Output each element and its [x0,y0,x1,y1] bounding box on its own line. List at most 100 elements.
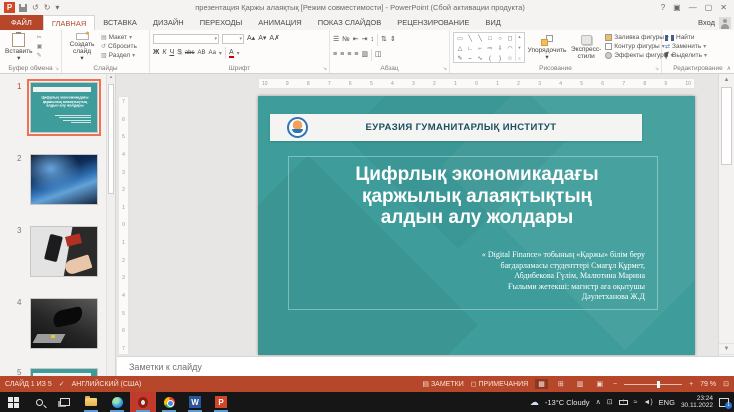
minimize-icon[interactable]: — [689,3,697,12]
clear-formatting-button[interactable]: А✗ [269,35,280,43]
volume-icon[interactable]: ◄) [643,399,652,406]
slide-thumbnail-5[interactable]: 5 [0,368,115,376]
vertical-ruler[interactable]: 765432101234567 [118,96,129,355]
tab-design[interactable]: ДИЗАЙН [145,15,192,30]
clock[interactable]: 23:24 30.11.2022 [681,395,713,409]
align-center-button[interactable]: ≡ [340,51,344,59]
reset-button[interactable]: ↺ Сбросить [101,43,137,50]
find-button[interactable]: Найти [665,34,707,41]
cut-icon[interactable]: ✂ [37,34,43,41]
scroll-thumb[interactable] [721,87,732,165]
clipboard-dialog-launcher-icon[interactable]: ↘ [55,66,59,72]
strikethrough-button[interactable]: abc [185,49,195,57]
slide-2-preview-hacker-photo[interactable] [30,154,98,205]
scroll-up-icon[interactable]: ▲ [719,74,734,86]
restore-icon[interactable]: ▢ [705,3,713,12]
slide-1-preview[interactable]: Цифрлық экономикадағы қаржылық алаяқтықт… [30,82,98,133]
reading-view-icon[interactable]: ▥ [574,379,587,389]
tab-home[interactable]: ГЛАВНАЯ [43,15,95,30]
align-left-button[interactable]: ≡ [333,51,337,59]
slide-4-preview-glove-laptop-photo[interactable] [30,298,98,349]
replace-button[interactable]: ⇄ Заменить ▾ [665,43,707,50]
bullets-button[interactable]: ☰ [333,36,339,44]
battery-icon[interactable] [619,400,628,405]
tab-insert[interactable]: ВСТАВКА [95,15,145,30]
proofing-icon[interactable]: ✓ [59,380,65,388]
slide-subtitle[interactable]: « Digital Finance» тобының «Қаржы» білім… [385,250,645,303]
paste-button[interactable]: Вставить ▾ [3,32,35,63]
tab-file[interactable]: ФАЙЛ [0,15,43,30]
drawing-dialog-launcher-icon[interactable]: ↘ [655,66,659,72]
keyboard-language[interactable]: ENG [659,398,675,407]
quick-styles-button[interactable]: Экспресс-стили [569,32,603,63]
file-explorer-button[interactable] [78,392,104,412]
font-dialog-launcher-icon[interactable]: ↘ [323,66,327,72]
search-button[interactable] [26,392,52,412]
shrink-font-button[interactable]: А▾ [258,35,266,43]
increase-indent-button[interactable]: ⇥ [362,36,368,44]
ribbon-display-options-icon[interactable]: ▣ [673,3,681,12]
slide-canvas[interactable]: ЕУРАЗИЯ ГУМАНИТАРЛЫҚ ИНСТИТУТ Цифрлық эк… [258,96,695,355]
numbering-button[interactable]: № [342,36,350,44]
slide-thumbnail-1[interactable]: 1 Цифрлық экономикадағы қаржылық алаяқты… [0,82,115,133]
underline-button[interactable]: Ч [169,49,174,57]
task-view-button[interactable] [52,392,78,412]
shapes-more-icon[interactable]: ≡ [518,56,520,61]
section-button[interactable]: ▥ Раздел ▾ [101,52,137,59]
edge-button[interactable] [104,392,130,412]
shapes-scroll-up-icon[interactable]: ▲ [518,34,522,39]
redo-icon[interactable]: ↻ [44,3,51,12]
undo-icon[interactable]: ↺ [32,3,39,12]
powerpoint-button[interactable]: P [208,392,234,412]
zoom-in-icon[interactable]: + [689,381,693,388]
account-avatar[interactable] [719,17,731,29]
horizontal-ruler[interactable]: 10987654321012345678910 [258,78,695,89]
language-indicator[interactable]: АНГЛИЙСКИЙ (США) [72,381,142,388]
font-name-combobox[interactable] [153,34,219,44]
align-right-button[interactable]: ≡ [347,51,351,59]
zoom-out-icon[interactable]: − [613,381,617,388]
save-icon[interactable] [19,4,27,12]
notification-center-icon[interactable]: 1 [719,398,729,407]
grow-font-button[interactable]: А▴ [247,35,255,43]
paragraph-dialog-launcher-icon[interactable]: ↘ [443,66,447,72]
opera-button[interactable] [130,392,156,412]
change-case-button[interactable]: Аа [209,49,216,57]
show-hidden-icons-chevron[interactable]: ∧ [596,398,601,406]
thumbnails-scroll-thumb[interactable] [108,84,114,194]
thumbnails-scroll-up-icon[interactable]: ▲ [109,74,113,79]
shapes-gallery-scrollbar[interactable]: ▲ ▼ ≡ [515,34,523,61]
chrome-button[interactable] [156,392,182,412]
tab-review[interactable]: РЕЦЕНЗИРОВАНИЕ [389,15,477,30]
align-text-button[interactable]: ⇕ [390,36,396,44]
slide-title[interactable]: Цифрлық экономикадағы қаржылық алаяқтықт… [318,164,636,229]
line-spacing-button[interactable]: ↕ [371,36,375,44]
tab-view[interactable]: ВИД [477,15,508,30]
font-color-button[interactable]: А [229,49,234,58]
close-icon[interactable]: ✕ [720,3,727,12]
notes-pane[interactable]: Заметки к слайду [117,356,734,376]
tab-transitions[interactable]: ПЕРЕХОДЫ [192,15,251,30]
zoom-slider-thumb[interactable] [657,381,660,388]
slide-3-preview-phone-card-photo[interactable] [30,226,98,277]
italic-button[interactable]: К [162,49,166,57]
text-shadow-button[interactable]: S [177,49,182,57]
layout-button[interactable]: ▤ Макет ▾ [101,34,137,41]
zoom-level[interactable]: 79 % [700,381,716,388]
scroll-down-icon[interactable]: ▼ [719,343,734,354]
weather-cloud-icon[interactable]: ☁ [530,397,539,408]
zoom-slider[interactable] [624,384,682,385]
slide-5-preview[interactable] [30,368,98,376]
decrease-indent-button[interactable]: ⇤ [353,36,359,44]
columns-button[interactable]: ▥ [361,51,368,59]
slide-sorter-view-icon[interactable]: ⊞ [555,379,567,389]
character-spacing-button[interactable]: АВ [198,49,206,57]
shapes-gallery[interactable]: ▭╲╲□○◻ △∟⌐⇨⇩◠ ✎⌣∿()☆ ▲ ▼ ≡ [453,32,525,63]
copy-icon[interactable]: ▣ [37,43,43,50]
slide-thumbnail-4[interactable]: 4 [0,298,115,349]
select-button[interactable]: Выделить ▾ [665,52,707,59]
tab-animations[interactable]: АНИМАЦИЯ [250,15,309,30]
start-button[interactable] [0,392,26,412]
word-button[interactable]: W [182,392,208,412]
sign-in[interactable]: Вход [698,15,734,30]
